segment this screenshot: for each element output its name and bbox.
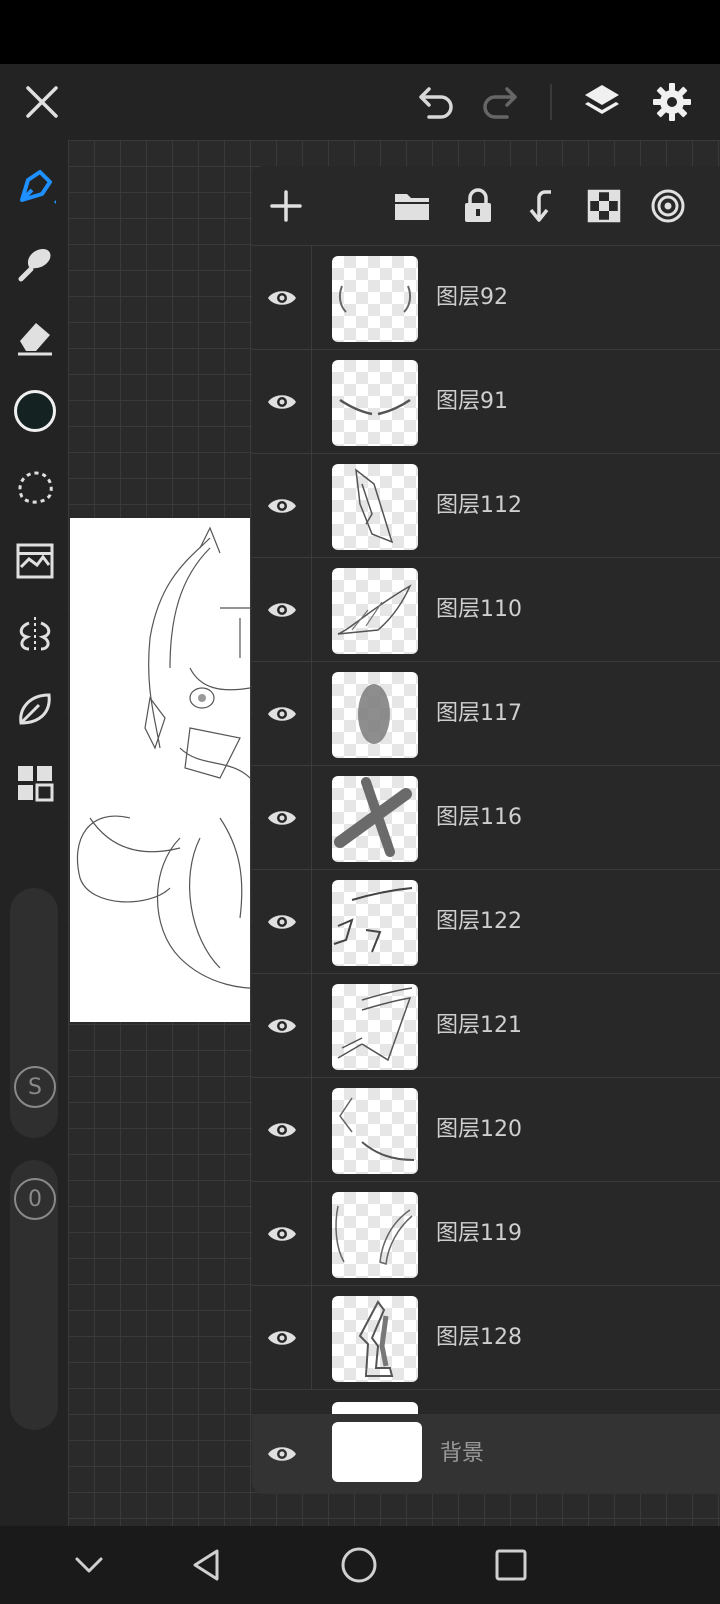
layer-row[interactable]: 图层110 (252, 558, 720, 662)
layers-panel-header (252, 166, 720, 246)
visibility-toggle[interactable] (252, 246, 312, 350)
merge-down-icon[interactable] (520, 186, 560, 226)
eye-icon (267, 291, 296, 305)
layer-row[interactable]: 图层116 (252, 766, 720, 870)
eye-icon (267, 1227, 296, 1241)
layer-thumbnail (332, 1088, 418, 1174)
ruler-tool-icon[interactable] (12, 686, 58, 732)
layer-row[interactable]: 图层128 (252, 1286, 720, 1390)
lock-icon[interactable] (458, 186, 498, 226)
eye-icon (267, 1019, 296, 1033)
layer-row[interactable]: 图层121 (252, 974, 720, 1078)
symmetry-tool-icon[interactable] (12, 612, 58, 658)
redo-icon[interactable] (480, 82, 520, 122)
background-layer-name: 背景 (440, 1441, 485, 1466)
layer-thumbnail (332, 360, 418, 446)
layer-thumbnail (332, 880, 418, 966)
layer-name: 图层91 (436, 389, 508, 414)
eye-icon (267, 395, 296, 409)
chevron-down-icon[interactable] (64, 1540, 114, 1590)
layer-thumbnail (332, 256, 418, 342)
layer-name: 图层116 (436, 805, 522, 830)
layer-thumbnail (332, 464, 418, 550)
eye-icon (267, 499, 296, 513)
eye-icon (267, 1331, 296, 1345)
system-nav-bar (0, 1526, 720, 1604)
visibility-toggle[interactable] (252, 662, 312, 766)
background-layer-row[interactable]: 背景 (252, 1414, 720, 1494)
visibility-toggle[interactable] (252, 1182, 312, 1286)
lasso-tool-icon[interactable] (12, 464, 58, 510)
layer-row[interactable]: 图层92 (252, 246, 720, 350)
visibility-toggle[interactable] (252, 870, 312, 974)
visibility-toggle[interactable] (252, 974, 312, 1078)
layers-icon[interactable] (582, 82, 622, 122)
layer-thumbnail (332, 984, 418, 1070)
divider (550, 84, 552, 120)
layer-row[interactable]: 图层120 (252, 1078, 720, 1182)
eye-icon (267, 603, 296, 617)
top-bar (0, 64, 720, 140)
layer-thumbnail (332, 672, 418, 758)
current-color (14, 390, 56, 432)
brush-size-knob[interactable]: S (14, 1066, 56, 1108)
more-tools-icon[interactable] (12, 760, 58, 806)
layer-row[interactable]: 图层122 (252, 870, 720, 974)
eye-icon (267, 707, 296, 721)
undo-icon[interactable] (416, 82, 456, 122)
layer-name: 图层117 (436, 701, 522, 726)
visibility-toggle[interactable] (252, 766, 312, 870)
layer-name: 图层92 (436, 285, 508, 310)
layer-name: 图层112 (436, 493, 522, 518)
recents-icon[interactable] (486, 1540, 536, 1590)
tool-bar: S 0 (0, 140, 68, 1526)
layer-name: 图层120 (436, 1117, 522, 1142)
back-icon[interactable] (182, 1540, 232, 1590)
layer-name: 图层128 (436, 1325, 522, 1350)
layer-row[interactable]: 图层91 (252, 350, 720, 454)
layers-panel: 图层92 图层91 图层112 图层110 图层117 图层116 图层122 … (252, 166, 720, 1494)
layer-thumbnail (332, 1192, 418, 1278)
visibility-toggle[interactable] (252, 350, 312, 454)
visibility-toggle[interactable] (252, 558, 312, 662)
smudge-tool-icon[interactable] (12, 240, 58, 286)
color-picker-swatch[interactable] (12, 388, 58, 434)
layer-thumbnail (332, 568, 418, 654)
eye-icon (267, 1123, 296, 1137)
brush-tool-icon[interactable] (12, 164, 58, 210)
layer-row[interactable]: 图层117 (252, 662, 720, 766)
layer-name: 图层122 (436, 909, 522, 934)
visibility-toggle[interactable] (252, 1078, 312, 1182)
layer-name: 图层121 (436, 1013, 522, 1038)
canvas-artwork[interactable] (70, 518, 250, 1022)
visibility-toggle[interactable] (252, 454, 312, 558)
home-icon[interactable] (334, 1540, 384, 1590)
eye-icon (267, 811, 296, 825)
layer-effects-icon[interactable] (648, 186, 688, 226)
gear-icon[interactable] (652, 82, 692, 122)
status-bar (0, 0, 720, 64)
layer-row[interactable]: 图层112 (252, 454, 720, 558)
layer-thumbnail-partial (332, 1402, 418, 1414)
layer-row[interactable]: 图层119 (252, 1182, 720, 1286)
eye-icon (268, 1447, 296, 1461)
image-tool-icon[interactable] (12, 538, 58, 584)
layer-name: 图层119 (436, 1221, 522, 1246)
transparency-icon[interactable] (584, 186, 624, 226)
add-layer-icon[interactable] (266, 186, 306, 226)
background-thumbnail (332, 1422, 422, 1482)
visibility-toggle[interactable] (252, 1286, 312, 1390)
eye-icon (267, 915, 296, 929)
layer-thumbnail (332, 776, 418, 862)
brush-opacity-knob[interactable]: 0 (14, 1178, 56, 1220)
layer-thumbnail (332, 1296, 418, 1382)
visibility-toggle[interactable] (252, 1414, 312, 1494)
layer-name: 图层110 (436, 597, 522, 622)
folder-icon[interactable] (392, 186, 432, 226)
eraser-tool-icon[interactable] (12, 314, 58, 360)
close-icon[interactable] (22, 82, 62, 122)
